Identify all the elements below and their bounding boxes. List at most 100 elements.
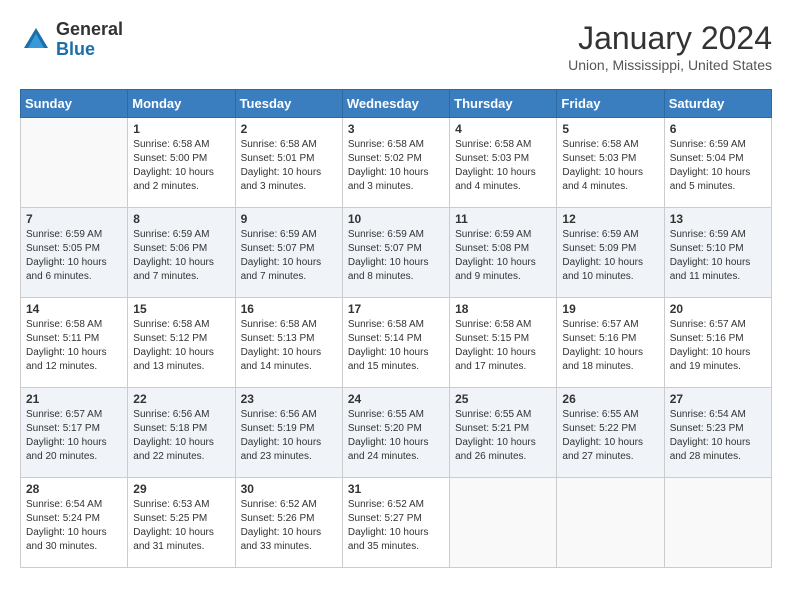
day-info-line: and 4 minutes. [455,181,521,192]
day-info-line: Daylight: 10 hours [241,527,322,538]
day-number: 2 [241,122,337,136]
day-info-line: and 3 minutes. [348,181,414,192]
days-of-week-row: Sunday Monday Tuesday Wednesday Thursday… [21,90,772,118]
day-info-line: Sunset: 5:11 PM [26,333,99,344]
col-sunday: Sunday [21,90,128,118]
calendar-day: 28Sunrise: 6:54 AMSunset: 5:24 PMDayligh… [21,478,128,568]
calendar-day: 26Sunrise: 6:55 AMSunset: 5:22 PMDayligh… [557,388,664,478]
calendar-day: 4Sunrise: 6:58 AMSunset: 5:03 PMDaylight… [450,118,557,208]
day-info-line: Daylight: 10 hours [133,437,214,448]
day-info: Sunrise: 6:59 AMSunset: 5:04 PMDaylight:… [670,138,766,194]
day-info-line: Sunrise: 6:58 AM [455,139,531,150]
day-info-line: and 30 minutes. [26,541,97,552]
day-number: 26 [562,392,658,406]
day-info-line: Sunset: 5:16 PM [562,333,636,344]
day-number: 28 [26,482,122,496]
col-wednesday: Wednesday [342,90,449,118]
day-info-line: Sunset: 5:20 PM [348,423,422,434]
day-info-line: Sunrise: 6:58 AM [348,319,424,330]
calendar-day: 11Sunrise: 6:59 AMSunset: 5:08 PMDayligh… [450,208,557,298]
calendar-body: 1 Sunrise: 6:58 AMSunset: 5:00 PMDaylight… [21,118,772,568]
day-number: 23 [241,392,337,406]
day-number: 1 [133,122,229,136]
day-info-line: and 14 minutes. [241,361,312,372]
day-info-line: Daylight: 10 hours [562,347,643,358]
day-info-line: and 35 minutes. [348,541,419,552]
day-info-line: Daylight: 10 hours [562,437,643,448]
day-info: Sunrise: 6:58 AMSunset: 5:00 PMDaylight:… [133,138,229,194]
day-info: Sunrise: 6:52 AMSunset: 5:26 PMDaylight:… [241,498,337,554]
calendar-day: 21Sunrise: 6:57 AMSunset: 5:17 PMDayligh… [21,388,128,478]
day-number: 22 [133,392,229,406]
calendar-day: 22Sunrise: 6:56 AMSunset: 5:18 PMDayligh… [128,388,235,478]
day-info: Sunrise: 6:59 AMSunset: 5:07 PMDaylight:… [348,228,444,284]
calendar-week-2: 7Sunrise: 6:59 AMSunset: 5:05 PMDaylight… [21,208,772,298]
day-number: 27 [670,392,766,406]
day-info-line: and 7 minutes. [133,271,199,282]
day-info: Sunrise: 6:57 AMSunset: 5:16 PMDaylight:… [670,318,766,374]
day-info-line: Sunset: 5:05 PM [26,243,100,254]
calendar-day: 20Sunrise: 6:57 AMSunset: 5:16 PMDayligh… [664,298,771,388]
day-info-line: Sunrise: 6:58 AM [562,139,638,150]
day-info-line: and 19 minutes. [670,361,741,372]
calendar-day [557,478,664,568]
day-info-line: and 33 minutes. [241,541,312,552]
calendar-day: 19Sunrise: 6:57 AMSunset: 5:16 PMDayligh… [557,298,664,388]
day-info: Sunrise: 6:59 AMSunset: 5:10 PMDaylight:… [670,228,766,284]
calendar-day: 18Sunrise: 6:58 AMSunset: 5:15 PMDayligh… [450,298,557,388]
day-info-line: Sunrise: 6:59 AM [670,229,746,240]
day-info: Sunrise: 6:58 AMSunset: 5:13 PMDaylight:… [241,318,337,374]
day-info-line: Daylight: 10 hours [133,167,214,178]
day-number: 13 [670,212,766,226]
day-info-line: and 26 minutes. [455,451,526,462]
day-info-line: Sunset: 5:24 PM [26,513,100,524]
day-info-line: Daylight: 10 hours [670,257,751,268]
calendar-day: 25Sunrise: 6:55 AMSunset: 5:21 PMDayligh… [450,388,557,478]
page-header: General Blue January 2024 Union, Mississ… [20,20,772,73]
calendar-week-1: 1 Sunrise: 6:58 AMSunset: 5:00 PMDaylight… [21,118,772,208]
day-info-line: Sunrise: 6:59 AM [455,229,531,240]
col-thursday: Thursday [450,90,557,118]
day-info-line: Daylight: 10 hours [241,257,322,268]
day-info-line: Daylight: 10 hours [348,167,429,178]
col-monday: Monday [128,90,235,118]
day-info-line: Daylight: 10 hours [670,167,751,178]
calendar-day: 2Sunrise: 6:58 AMSunset: 5:01 PMDaylight… [235,118,342,208]
day-info-line: Sunrise: 6:53 AM [133,499,209,510]
day-number: 31 [348,482,444,496]
day-info-line: Sunset: 5:09 PM [562,243,636,254]
day-info: Sunrise: 6:54 AMSunset: 5:23 PMDaylight:… [670,408,766,464]
day-info-line: Sunset: 5:07 PM [241,243,315,254]
day-number: 3 [348,122,444,136]
day-info-line: Sunrise: 6:54 AM [26,499,102,510]
day-info-line: Daylight: 10 hours [26,257,107,268]
calendar-day: 9Sunrise: 6:59 AMSunset: 5:07 PMDaylight… [235,208,342,298]
calendar-day: 6 Sunrise: 6:59 AMSunset: 5:04 PMDaylight… [664,118,771,208]
day-info-line: Sunset: 5:02 PM [348,153,422,164]
calendar-day: 29Sunrise: 6:53 AMSunset: 5:25 PMDayligh… [128,478,235,568]
day-info-line: Sunrise: 6:55 AM [562,409,638,420]
calendar-day: 14Sunrise: 6:58 AMSunset: 5:11 PMDayligh… [21,298,128,388]
calendar-day: 27 Sunrise: 6:54 AMSunset: 5:23 PMDayligh… [664,388,771,478]
col-tuesday: Tuesday [235,90,342,118]
day-info: Sunrise: 6:57 AMSunset: 5:17 PMDaylight:… [26,408,122,464]
day-number: 9 [241,212,337,226]
calendar-day: 13 Sunrise: 6:59 AMSunset: 5:10 PMDayligh… [664,208,771,298]
day-info: Sunrise: 6:58 AMSunset: 5:14 PMDaylight:… [348,318,444,374]
day-info-line: Sunrise: 6:55 AM [348,409,424,420]
day-info-line: Sunset: 5:03 PM [562,153,636,164]
day-info: Sunrise: 6:52 AMSunset: 5:27 PMDaylight:… [348,498,444,554]
day-info-line: and 2 minutes. [133,181,199,192]
day-number: 10 [348,212,444,226]
day-info-line: and 28 minutes. [670,451,741,462]
day-info-line: Daylight: 10 hours [348,437,429,448]
day-info-line: Sunset: 5:07 PM [348,243,422,254]
calendar-day: 1 Sunrise: 6:58 AMSunset: 5:00 PMDaylight… [128,118,235,208]
logo-general: General [56,19,123,39]
day-info-line: Daylight: 10 hours [670,437,751,448]
day-info-line: Sunset: 5:26 PM [241,513,315,524]
day-info-line: Daylight: 10 hours [455,167,536,178]
day-number: 6 [670,122,766,136]
title-block: January 2024 Union, Mississippi, United … [568,20,772,73]
day-info-line: Sunrise: 6:59 AM [133,229,209,240]
